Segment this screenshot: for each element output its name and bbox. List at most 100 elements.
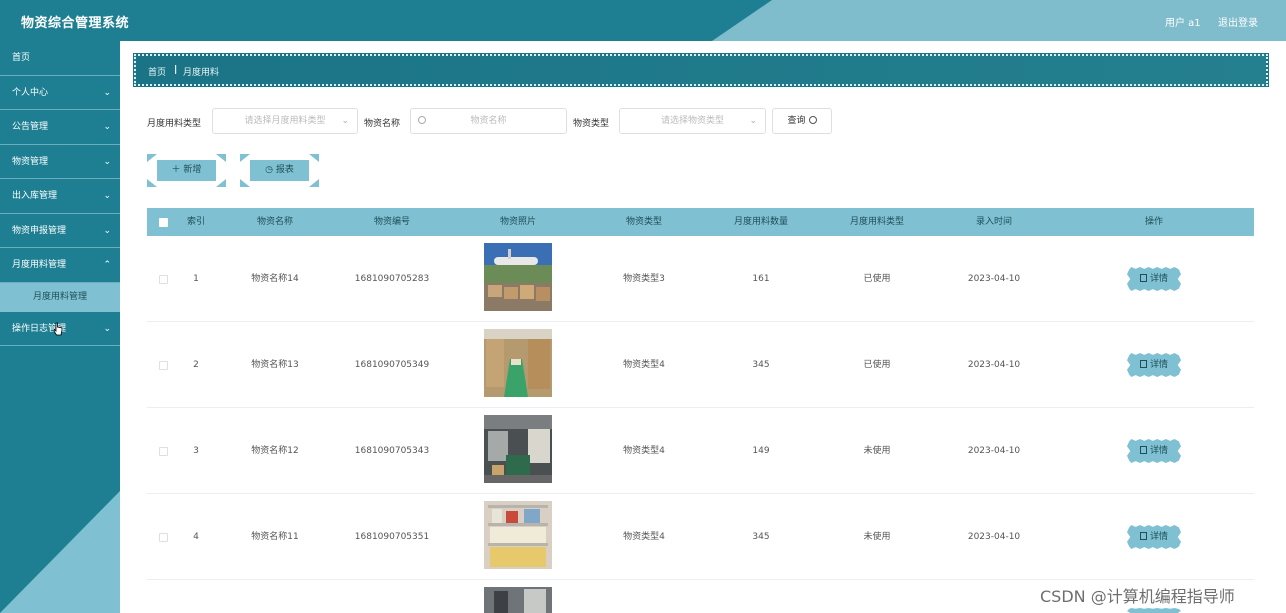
watermark: CSDN @计算机编程指导师 [1040,587,1235,606]
cell-index: 1 [193,274,199,284]
query-label: 查询 [787,116,806,126]
cell-usage: 未使用 [863,446,891,456]
sidebar-decoration [0,491,120,613]
sidebar-item-personal[interactable]: 个人中心 ⌄ [0,76,120,110]
chevron-down-icon: ⌄ [749,116,757,126]
sidebar-subitem-monthly[interactable]: 月度用料管理 [0,282,120,312]
pie-chart-icon: ◷ [265,165,276,175]
cell-type: 物资类型4 [623,446,665,456]
main-content: 首页 | 月度用料 月度用料类型 请选择月度用料类型 ⌄ 物资名称 物资名称 物… [120,41,1286,613]
sidebar-item-materials[interactable]: 物资管理 ⌄ [0,145,120,179]
cell-code: 1681090705349 [354,360,430,370]
detail-button[interactable] [1127,608,1181,613]
row-checkbox[interactable] [159,275,168,284]
cell-name: 物资名称14 [251,274,299,284]
table-row: 1 物资名称14 1681090705283 物资类型3 161 已使用 202… [147,236,1254,370]
sidebar-item-label: 公告管理 [12,122,49,132]
cell-type: 物资类型4 [623,532,665,542]
chevron-down-icon: ⌄ [103,87,111,98]
chevron-down-icon: ⌄ [103,191,111,201]
sidebar-item-label: 出入库管理 [12,191,58,201]
cell-type: 物资类型4 [623,360,665,370]
cell-index: 4 [193,532,199,542]
row-checkbox[interactable] [159,447,168,456]
add-button[interactable]: ＋ 新增 [147,154,226,187]
select-all-checkbox[interactable] [159,218,168,227]
sidebar-item-label: 物资管理 [12,156,49,167]
usage-type-select[interactable]: 请选择月度用料类型 ⌄ [212,108,358,134]
cell-qty: 149 [752,446,770,456]
row-checkbox[interactable] [159,361,168,370]
table-header: 索引 物资名称 物资编号 物资照片 物资类型 月度用料数量 月度用料类型 录入时… [147,208,1254,236]
current-user[interactable]: 用户 a1 [1165,14,1201,29]
sidebar-item-monthly[interactable]: 月度用料管理 ⌃ [0,248,120,283]
app-title: 物资综合管理系统 [21,16,130,31]
report-button[interactable]: ◷ 报表 [240,154,319,187]
document-icon [1139,274,1147,282]
cell-code: 1681090705283 [354,274,430,284]
cell-index: 2 [193,360,199,370]
breadcrumb-separator: | [174,65,178,75]
logout-link[interactable]: 退出登录 [1218,14,1258,29]
chevron-down-icon: ⌄ [103,156,111,167]
detail-label: 详情 [1149,446,1168,456]
sidebar-item-inout[interactable]: 出入库管理 ⌄ [0,179,120,214]
row-checkbox[interactable] [159,533,168,542]
material-name-placeholder: 物资名称 [470,116,507,126]
cell-index: 3 [193,446,199,456]
document-icon [1139,360,1147,368]
cell-time: 2023-04-10 09:38:25 [967,446,1021,542]
material-type-select[interactable]: 请选择物资类型 ⌄ [619,108,766,134]
search-icon [808,116,817,124]
material-photo [484,329,552,397]
breadcrumb-home[interactable]: 首页 [148,65,166,78]
table-row: 4 物资名称11 1681090705351 物资类型4 345 未使用 202… [147,494,1254,580]
table-row: 2 物资名称13 1681090705349 物资类型4 345 已使用 202… [147,322,1254,456]
column-header: 物资编号 [373,217,410,227]
search-icon [418,116,426,124]
material-photo [484,501,552,569]
column-header: 索引 [186,217,205,227]
material-photo [484,587,552,613]
cell-usage: 已使用 [863,274,891,284]
chevron-up-icon: ⌃ [103,260,111,270]
material-name-label: 物资名称 [364,119,401,129]
report-label: 报表 [275,165,294,175]
material-photo [484,243,552,311]
cell-usage: 未使用 [863,532,891,542]
chevron-down-icon: ⌄ [341,116,349,126]
detail-button[interactable]: 详情 [1127,439,1181,463]
table-row: 3 物资名称12 1681090705343 物资类型4 149 未使用 202… [147,408,1254,542]
usage-type-placeholder: 请选择月度用料类型 [244,116,326,126]
sidebar-item-declare[interactable]: 物资申报管理 ⌄ [0,214,120,248]
chevron-down-icon: ⌄ [103,323,111,334]
cell-usage: 已使用 [863,360,891,370]
document-icon [1139,532,1147,540]
cell-time: 2023-04-10 09:38:25 [967,274,1021,370]
detail-label: 详情 [1149,274,1168,284]
cell-time: 2023-04-10 09:38:25 [967,532,1021,542]
top-header: 物资综合管理系统 用户 a1 退出登录 [0,0,1286,41]
add-label: 新增 [183,165,202,175]
material-name-input[interactable]: 物资名称 [410,108,567,134]
cell-time: 2023-04-10 09:38:25 [967,360,1021,456]
cell-code: 1681090705351 [354,532,430,542]
column-header: 物资名称 [256,217,293,227]
sidebar-item-label: 个人中心 [12,87,49,98]
chevron-down-icon: ⌄ [103,225,111,236]
cell-qty: 345 [752,360,770,370]
sidebar-item-notice[interactable]: 公告管理 ⌄ [0,110,120,145]
cell-name: 物资名称13 [251,360,299,370]
detail-button[interactable]: 详情 [1127,525,1181,549]
sidebar-item-label: 物资申报管理 [12,225,67,236]
cell-qty: 161 [752,274,770,284]
column-header: 月度用料类型 [849,217,904,227]
material-photo [484,415,552,483]
detail-button[interactable]: 详情 [1127,353,1181,377]
query-button[interactable]: 查询 [772,108,832,134]
cell-qty: 345 [752,532,770,542]
detail-button[interactable]: 详情 [1127,267,1181,291]
column-header: 物资照片 [499,217,536,227]
sidebar-item-home[interactable]: 首页 [0,41,120,76]
chevron-down-icon: ⌄ [103,122,111,132]
